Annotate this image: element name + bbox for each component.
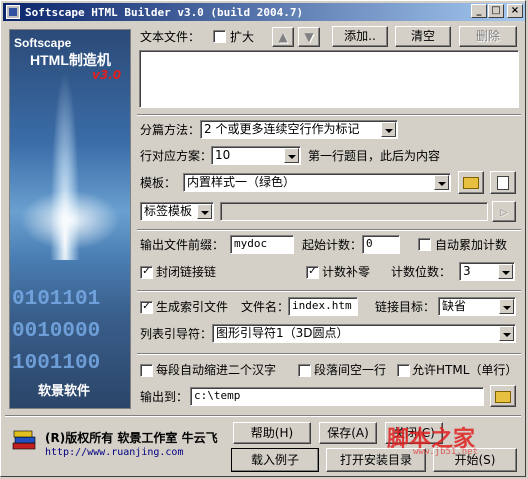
generate-index-label: 生成索引文件 [156, 300, 229, 314]
start-count-input[interactable]: 0 [362, 235, 400, 254]
banner-binary-line: 0101101 [12, 288, 101, 311]
move-down-button[interactable]: ▼ [298, 27, 320, 47]
index-filename-input[interactable]: index.htm [288, 297, 358, 316]
list-guide-select[interactable]: 图形引导符1（3D圆点） [212, 324, 516, 343]
close-window-button[interactable]: × [507, 4, 523, 18]
allow-html-label: 允许HTML（单行） [412, 363, 518, 377]
auto-increment-checkbox[interactable] [418, 238, 431, 251]
preview-icon [497, 176, 509, 190]
line-map-description: 第一行题目，此后为内容 [308, 149, 441, 163]
blank-line-checkbox[interactable] [298, 364, 311, 377]
split-method-select[interactable]: 2 个或更多连续空行作为标记 [200, 120, 398, 139]
line-map-value: 10 [215, 148, 231, 162]
folder-icon [495, 391, 511, 403]
divider [137, 229, 521, 231]
divider [137, 353, 521, 355]
light-glow-graphic [20, 190, 120, 250]
banner-version: v3.0 [92, 68, 122, 82]
digits-label: 计数位数： [391, 265, 452, 279]
save-button[interactable]: 保存(A) [319, 422, 377, 444]
delete-button[interactable]: 删除 [459, 26, 517, 47]
banner-brand: Softscape [14, 36, 72, 50]
output-prefix-label: 输出文件前缀： [140, 238, 225, 252]
window-title: Softscape HTML Builder v3.0 (build 2004.… [25, 5, 304, 19]
split-method-value: 2 个或更多连续空行作为标记 [204, 122, 360, 136]
text-file-list[interactable] [139, 50, 519, 108]
tag-template-select[interactable]: 标签模板 [140, 202, 214, 221]
close-link-label: 封闭链接链 [156, 265, 217, 279]
clear-button[interactable]: 清空 [395, 26, 451, 47]
up-arrow-icon: ▲ [278, 30, 288, 44]
expand-checkbox[interactable] [213, 30, 226, 43]
list-guide-label: 列表引导符： [140, 327, 213, 341]
banner-company: 软景软件 [38, 384, 91, 399]
output-to-label: 输出到： [140, 390, 189, 404]
website-link[interactable]: http://www.ruanjing.com [45, 447, 183, 458]
link-target-select[interactable]: 缺省 [438, 297, 516, 316]
load-example-button[interactable]: 载入例子 [231, 448, 319, 472]
preview-template-button[interactable] [490, 171, 516, 194]
down-arrow-icon: ▼ [304, 30, 314, 44]
help-button[interactable]: 帮助(H) [233, 422, 311, 444]
zero-pad-label: 计数补零 [322, 265, 371, 279]
list-guide-value: 图形引导符1（3D圆点） [216, 326, 349, 340]
digits-value: 3 [463, 264, 471, 278]
output-prefix-input[interactable]: mydoc [230, 235, 294, 254]
close-link-checkbox[interactable]: ✓ [140, 266, 153, 279]
start-count-label: 起始计数： [302, 238, 363, 252]
digits-select[interactable]: 3 [459, 262, 515, 281]
chevron-down-icon[interactable] [197, 204, 212, 219]
banner-product: HTML制造机 [30, 52, 111, 68]
play-icon: ▷ [500, 208, 508, 218]
copyright-text: (R)版权所有 软景工作室 牛云飞 [45, 431, 218, 445]
maximize-button[interactable]: □ [488, 4, 504, 18]
minimize-button[interactable]: _ [471, 4, 487, 18]
browse-output-button[interactable] [490, 385, 516, 407]
link-target-value: 缺省 [442, 299, 467, 313]
expand-label: 扩大 [230, 30, 255, 44]
main-window: Softscape HTML Builder v3.0 (build 2004.… [0, 0, 526, 477]
divider [5, 415, 521, 417]
split-method-label: 分篇方法： [140, 123, 201, 137]
books-logo-icon [12, 430, 36, 450]
banner-binary-line: 1001100 [12, 352, 101, 375]
auto-indent-label: 每段自动缩进二个汉字 [156, 363, 277, 377]
sidebar-banner: Softscape HTML制造机 v3.0 0101101 0010000 1… [9, 29, 131, 409]
blank-line-label: 段落间空一行 [314, 363, 387, 377]
auto-increment-label: 自动累加计数 [435, 238, 508, 252]
link-target-label: 链接目标： [375, 300, 436, 314]
chevron-down-icon[interactable] [434, 175, 449, 190]
title-bar[interactable]: Softscape HTML Builder v3.0 (build 2004.… [3, 3, 525, 21]
template-value: 内置样式一（绿色） [187, 175, 296, 189]
watermark-url: www.jb51.net [413, 447, 479, 457]
template-select[interactable]: 内置样式一（绿色） [183, 173, 451, 192]
divider [137, 114, 521, 116]
folder-open-icon [463, 177, 479, 189]
text-files-label: 文本文件： [140, 30, 201, 44]
divider [137, 290, 521, 292]
template-label: 模板： [140, 176, 177, 190]
output-dir-input[interactable]: c:\temp [190, 387, 484, 406]
allow-html-checkbox[interactable] [397, 364, 410, 377]
chevron-down-icon[interactable] [499, 326, 514, 341]
auto-indent-checkbox[interactable] [140, 364, 153, 377]
tag-template-value: 标签模板 [144, 204, 193, 218]
app-icon[interactable] [6, 5, 20, 19]
generate-index-checkbox[interactable]: ✓ [140, 301, 153, 314]
line-map-label: 行对应方案： [140, 149, 213, 163]
add-button[interactable]: 添加.. [332, 26, 388, 47]
banner-binary-line: 0010000 [12, 320, 101, 343]
index-filename-label: 文件名： [241, 300, 290, 314]
chevron-down-icon[interactable] [499, 299, 514, 314]
move-up-button[interactable]: ▲ [272, 27, 294, 47]
chevron-down-icon[interactable] [498, 264, 513, 279]
open-template-button[interactable] [458, 171, 484, 194]
zero-pad-checkbox[interactable]: ✓ [306, 266, 319, 279]
line-map-select[interactable]: 10 [211, 146, 301, 165]
chevron-down-icon[interactable] [284, 148, 299, 163]
chevron-down-icon[interactable] [381, 122, 396, 137]
tag-play-button[interactable]: ▷ [492, 201, 516, 222]
tag-template-field [220, 202, 488, 221]
